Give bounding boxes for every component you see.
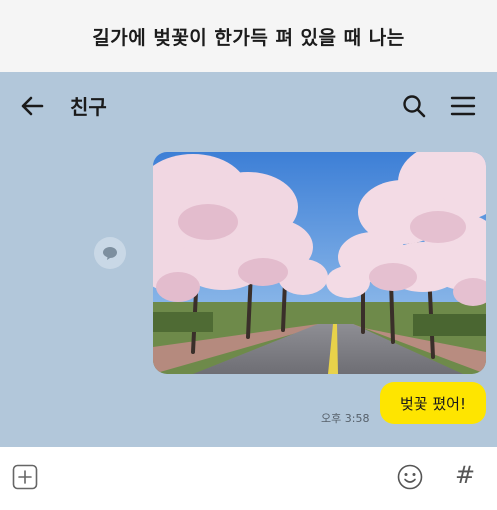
message-bubble[interactable]: 벚꽃 폈어! bbox=[380, 382, 486, 424]
hashtag-button[interactable]: # bbox=[452, 460, 478, 490]
hamburger-menu-icon bbox=[450, 96, 476, 116]
menu-button[interactable] bbox=[450, 93, 476, 119]
chat-header: 친구 bbox=[0, 72, 497, 138]
search-icon bbox=[403, 95, 426, 118]
plus-square-icon bbox=[12, 464, 38, 490]
search-button[interactable] bbox=[401, 93, 427, 119]
emoji-button[interactable] bbox=[396, 463, 424, 491]
emoji-icon bbox=[397, 464, 423, 490]
chat-room: 친구 오후 3:58 벚꽃 폈어! bbox=[0, 72, 497, 447]
back-button[interactable] bbox=[18, 92, 46, 120]
message-time: 오후 3:58 bbox=[321, 412, 370, 425]
arrow-left-icon bbox=[21, 96, 44, 116]
chat-title: 친구 bbox=[70, 95, 107, 119]
cherry-blossom-photo[interactable] bbox=[153, 152, 486, 374]
share-button[interactable] bbox=[94, 237, 126, 269]
speech-bubble-icon bbox=[103, 247, 117, 260]
attach-button[interactable] bbox=[12, 464, 38, 490]
caption-title: 길가에 벚꽃이 한가득 펴 있을 때 나는 bbox=[0, 0, 497, 72]
input-bar: # bbox=[0, 447, 497, 510]
